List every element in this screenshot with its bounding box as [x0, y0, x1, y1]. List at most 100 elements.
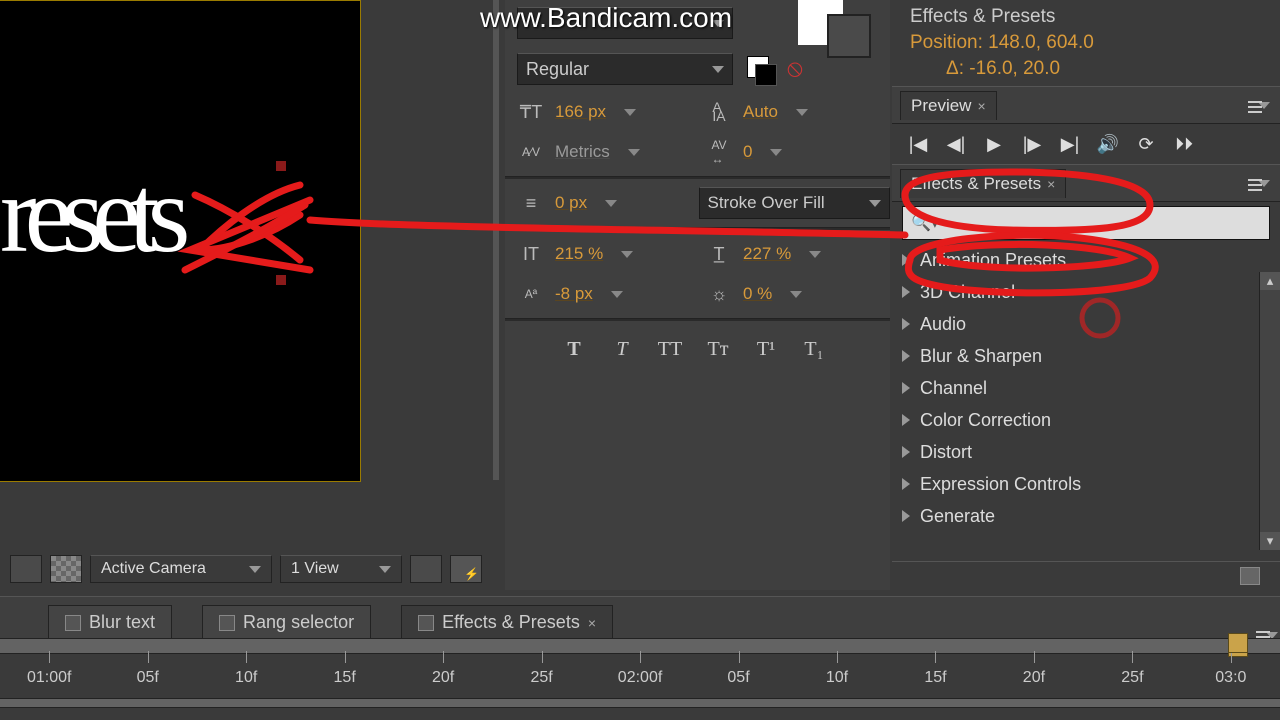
- effects-search-input[interactable]: [939, 214, 1261, 232]
- effects-tab[interactable]: Effects & Presets ×: [900, 169, 1066, 198]
- stroke-order-value: Stroke Over Fill: [708, 193, 825, 213]
- no-fill-icon[interactable]: ⦸: [781, 55, 809, 83]
- tracking-dropdown[interactable]: [770, 149, 782, 156]
- character-panel: Regular ⦸ ₸T 166 px AIA Auto A⁄V Metrics…: [505, 0, 890, 590]
- toggle-transparency-button[interactable]: [10, 555, 42, 583]
- viewer-bottom-bar: Active Camera 1 View ⚡: [0, 550, 500, 588]
- stroke-order-select[interactable]: Stroke Over Fill: [699, 187, 891, 219]
- tick: 25f: [492, 669, 590, 687]
- tracking-icon: AV↔: [705, 138, 733, 166]
- tree-item-distort[interactable]: Distort: [892, 436, 1280, 468]
- tree-item-blur-sharpen[interactable]: Blur & Sharpen: [892, 340, 1280, 372]
- hscale-dropdown[interactable]: [809, 251, 821, 258]
- superscript-button[interactable]: T¹: [751, 337, 781, 361]
- prev-frame-button[interactable]: ◀|: [944, 132, 968, 156]
- toggle-mask-button[interactable]: [50, 555, 82, 583]
- mute-button[interactable]: 🔊: [1096, 132, 1120, 156]
- font-size-value[interactable]: 166 px: [555, 102, 606, 122]
- leading-icon: AIA: [705, 98, 733, 126]
- leading-value[interactable]: Auto: [743, 102, 778, 122]
- vscale-dropdown[interactable]: [621, 251, 633, 258]
- effects-search-field[interactable]: 🔍▾: [902, 206, 1270, 240]
- tick: 10f: [788, 669, 886, 687]
- baseline-value[interactable]: -8 px: [555, 284, 593, 304]
- tick: 25f: [1083, 669, 1181, 687]
- tree-item-3d-channel[interactable]: 3D Channel: [892, 276, 1280, 308]
- timeline-area[interactable]: 01:00f 05f 10f 15f 20f 25f 02:00f 05f 10…: [0, 638, 1280, 720]
- fill-stroke-swatch[interactable]: [747, 56, 773, 82]
- pixel-aspect-button[interactable]: [410, 555, 442, 583]
- panel-menu-icon[interactable]: [1258, 180, 1270, 187]
- baseline-dropdown[interactable]: [611, 291, 623, 298]
- baseline-icon: Aª: [517, 280, 545, 308]
- panel-menu-icon[interactable]: [1258, 102, 1270, 109]
- camera-select-value: Active Camera: [101, 560, 206, 578]
- tree-item-generate[interactable]: Generate: [892, 500, 1280, 532]
- tick: 20f: [394, 669, 492, 687]
- scroll-down-icon[interactable]: ▾: [1260, 532, 1280, 550]
- play-button[interactable]: ▶: [982, 132, 1006, 156]
- preview-tab-label: Preview: [911, 96, 971, 116]
- fast-preview-button[interactable]: ⚡: [450, 555, 482, 583]
- close-icon[interactable]: ×: [1047, 176, 1055, 192]
- faux-italic-button[interactable]: T: [607, 337, 637, 361]
- first-frame-button[interactable]: |◀: [906, 132, 930, 156]
- font-size-dropdown[interactable]: [624, 109, 636, 116]
- playhead-marker[interactable]: [1228, 633, 1248, 653]
- close-icon[interactable]: ×: [588, 615, 596, 631]
- timeline-tabstrip: Blur text Rang selector Effects & Preset…: [0, 596, 1280, 639]
- tick: 03:0: [1182, 669, 1280, 687]
- allcaps-button[interactable]: TT: [655, 337, 685, 361]
- project-tab-0[interactable]: Blur text: [48, 605, 172, 639]
- faux-bold-button[interactable]: T: [559, 337, 589, 361]
- effects-tab-label: Effects & Presets: [911, 174, 1041, 194]
- tree-item-animation-presets[interactable]: Animation Presets: [892, 244, 1280, 276]
- tree-item-channel[interactable]: Channel: [892, 372, 1280, 404]
- last-frame-button[interactable]: ▶|: [1058, 132, 1082, 156]
- project-tab-1[interactable]: Rang selector: [202, 605, 371, 639]
- preview-tab[interactable]: Preview ×: [900, 91, 997, 120]
- right-column: Effects & Presets Position: 148.0, 604.0…: [892, 0, 1280, 590]
- info-title: Effects & Presets: [910, 4, 1262, 30]
- effects-scrollbar[interactable]: ▴ ▾: [1259, 272, 1280, 550]
- smallcaps-button[interactable]: Tᴛ: [703, 337, 733, 361]
- time-ruler-bottom[interactable]: [0, 698, 1280, 708]
- hscale-value[interactable]: 227 %: [743, 244, 791, 264]
- leading-dropdown[interactable]: [796, 109, 808, 116]
- kerning-value[interactable]: Metrics: [555, 142, 610, 162]
- new-bin-icon[interactable]: [1240, 567, 1260, 585]
- comp-text-layer: resets: [0, 151, 178, 278]
- stroke-width-dropdown[interactable]: [605, 200, 617, 207]
- tsume-value[interactable]: 0 %: [743, 284, 772, 304]
- close-icon[interactable]: ×: [977, 98, 985, 114]
- tracking-value[interactable]: 0: [743, 142, 752, 162]
- tick: 10f: [197, 669, 295, 687]
- camera-select[interactable]: Active Camera: [90, 555, 272, 583]
- kerning-dropdown[interactable]: [628, 149, 640, 156]
- tsume-dropdown[interactable]: [790, 291, 802, 298]
- next-frame-button[interactable]: |▶: [1020, 132, 1044, 156]
- project-tab-2[interactable]: Effects & Presets×: [401, 605, 613, 639]
- subscript-button[interactable]: T₁: [799, 337, 829, 361]
- font-size-icon: ₸T: [517, 98, 545, 126]
- composition-viewport[interactable]: resets: [0, 0, 361, 482]
- tick: 05f: [98, 669, 196, 687]
- tree-item-color-correction[interactable]: Color Correction: [892, 404, 1280, 436]
- tick: 15f: [886, 669, 984, 687]
- tree-item-expression-controls[interactable]: Expression Controls: [892, 468, 1280, 500]
- tree-item-audio[interactable]: Audio: [892, 308, 1280, 340]
- preview-panel-header: Preview ×: [892, 86, 1280, 124]
- scroll-up-icon[interactable]: ▴: [1260, 272, 1280, 290]
- stroke-width-value[interactable]: 0 px: [555, 193, 587, 213]
- vscale-value[interactable]: 215 %: [555, 244, 603, 264]
- font-style-select[interactable]: Regular: [517, 53, 733, 85]
- tick: 02:00f: [591, 669, 689, 687]
- view-layout-select[interactable]: 1 View: [280, 555, 402, 583]
- anchor-point-marker: [276, 275, 286, 285]
- loop-button[interactable]: ⟳: [1134, 132, 1158, 156]
- bandicam-logo: [798, 0, 843, 45]
- font-family-select[interactable]: [517, 7, 733, 39]
- hscale-icon: T̲: [705, 240, 733, 268]
- viewport-scrollbar[interactable]: [493, 0, 499, 480]
- ram-preview-button[interactable]: ⏵⏵: [1172, 132, 1196, 156]
